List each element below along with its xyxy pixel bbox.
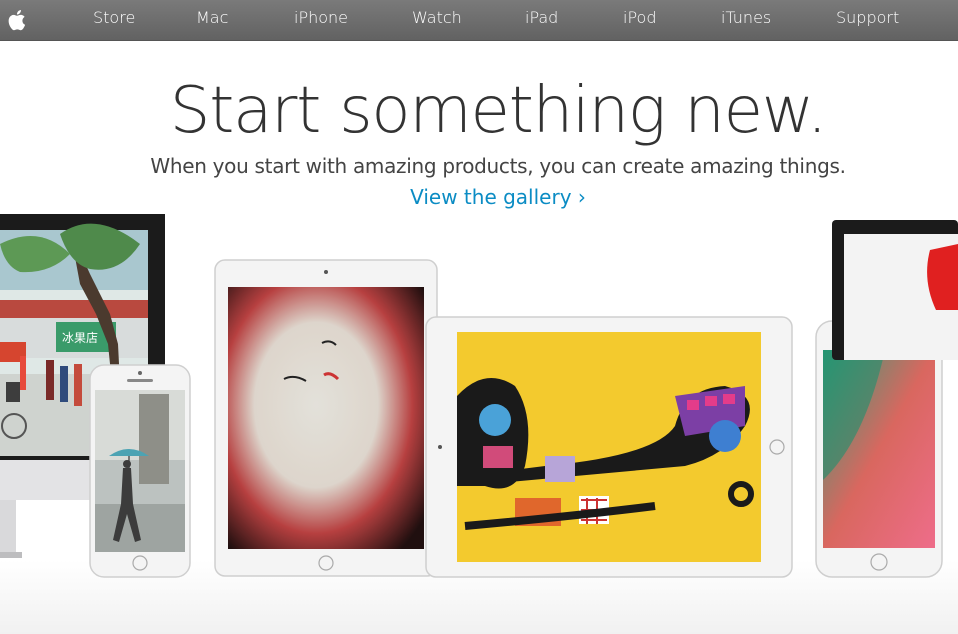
- nav-item-iphone[interactable]: iPhone: [294, 0, 348, 40]
- hero-headline: Start something new.: [169, 74, 828, 148]
- nav-item-itunes[interactable]: iTunes: [721, 0, 771, 40]
- ipad-mini-image[interactable]: [214, 259, 438, 577]
- ipad-air-image[interactable]: [425, 316, 793, 578]
- apple-logo-icon[interactable]: [6, 7, 30, 33]
- nav-item-watch[interactable]: Watch: [412, 0, 462, 40]
- nav-item-support[interactable]: Support: [836, 0, 899, 40]
- global-nav: Store Mac iPhone Watch iPad iPod iTunes …: [0, 0, 958, 40]
- nav-item-mac[interactable]: Mac: [196, 0, 228, 40]
- view-gallery-link[interactable]: View the gallery ›: [0, 185, 958, 209]
- iphone-left-image[interactable]: [89, 364, 191, 578]
- macbook-right-image[interactable]: [832, 220, 958, 360]
- nav-item-store[interactable]: Store: [93, 0, 135, 40]
- svg-text:冰果店: 冰果店: [62, 331, 98, 345]
- hero-subhead: When you start with amazing products, yo…: [150, 154, 846, 178]
- nav-item-ipad[interactable]: iPad: [525, 0, 558, 40]
- nav-item-ipod[interactable]: iPod: [623, 0, 656, 40]
